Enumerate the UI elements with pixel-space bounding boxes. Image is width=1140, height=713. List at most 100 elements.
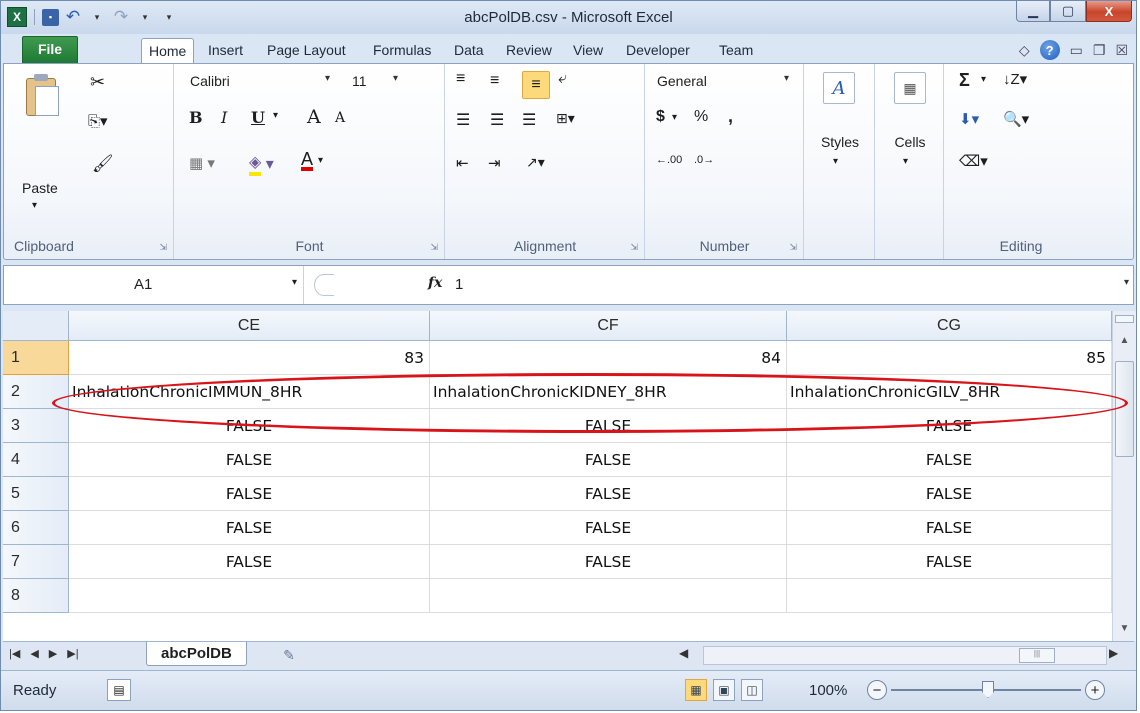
prev-sheet-icon[interactable]: ◀ [30,647,38,660]
cell[interactable]: 84 [430,341,787,375]
cell[interactable]: 85 [787,341,1112,375]
doc-minimize-icon[interactable]: ▭ [1070,42,1083,59]
styles-group[interactable]: A Styles ▾ [805,64,875,259]
worksheet-grid[interactable]: CE CF CG 1 83 84 85 2 InhalationChronicIMMUN_8HR… [3,311,1112,641]
tab-insert[interactable]: Insert [201,38,250,63]
zoom-level[interactable]: 100% [809,682,847,699]
autosum-button[interactable]: Σ [959,70,970,91]
paste-dropdown-icon[interactable]: ▾ [32,200,37,211]
underline-dropdown-icon[interactable]: ▾ [273,110,278,121]
cell[interactable]: InhalationChronicIMMUN_8HR [69,375,430,409]
scroll-up-icon[interactable]: ▲ [1115,331,1134,349]
font-launcher-icon[interactable]: ⇲ [430,242,438,253]
increase-indent-icon[interactable]: ⇥ [488,154,501,172]
doc-restore-icon[interactable]: ❐ [1093,42,1106,59]
align-center-icon[interactable]: ☰ [490,110,504,130]
comma-button[interactable]: , [728,106,733,127]
format-painter-icon[interactable]: 🖌 [92,154,114,174]
row-header[interactable]: 5 [3,477,69,511]
column-header[interactable]: CF [430,311,787,341]
row-header[interactable]: 3 [3,409,69,443]
paste-icon[interactable] [22,72,64,132]
macro-record-icon[interactable]: ▤ [107,679,131,701]
zoom-out-button[interactable]: − [867,680,887,700]
increase-decimal-button[interactable]: ← .00 [656,154,682,166]
cell[interactable]: FALSE [430,443,787,477]
fill-icon[interactable]: ⬇▾ [959,110,979,128]
clipboard-launcher-icon[interactable]: ⇲ [159,242,167,253]
scroll-left-icon[interactable]: ◀ [679,646,688,660]
help-icon[interactable]: ? [1039,40,1060,60]
number-launcher-icon[interactable]: ⇲ [789,242,797,253]
tab-team[interactable]: Team [712,38,760,63]
currency-dropdown-icon[interactable]: ▾ [672,112,677,123]
cell[interactable] [787,579,1112,613]
last-sheet-icon[interactable]: ▶| [67,647,78,660]
doc-close-icon[interactable]: ☒ [1115,42,1128,59]
font-color-button[interactable]: A ▾ [301,150,323,171]
cell[interactable]: InhalationChronicGILV_8HR [787,375,1112,409]
name-box[interactable]: A1 ▾ [4,266,304,304]
cell[interactable]: FALSE [787,511,1112,545]
minimize-ribbon-icon[interactable]: ◇ [1019,42,1030,59]
cell[interactable]: FALSE [69,545,430,579]
scroll-down-icon[interactable]: ▼ [1115,619,1134,637]
autosum-dropdown-icon[interactable]: ▾ [981,74,986,85]
close-button[interactable]: X [1086,1,1132,22]
horizontal-scrollbar[interactable]: ||| [703,646,1107,665]
horizontal-scroll-thumb[interactable]: ||| [1019,648,1055,663]
expand-formula-bar-icon[interactable]: ▾ [1124,277,1129,288]
percent-button[interactable]: % [694,108,708,126]
normal-view-icon[interactable]: ▦ [685,679,707,701]
cell[interactable]: FALSE [430,477,787,511]
minimize-button[interactable]: ▁ [1016,1,1050,22]
cell[interactable]: FALSE [430,409,787,443]
cell[interactable]: InhalationChronicKIDNEY_8HR [430,375,787,409]
top-align-icon[interactable]: ≡ [456,70,465,88]
cell[interactable]: FALSE [787,477,1112,511]
orientation-icon[interactable]: ↗▾ [526,154,545,171]
wrap-text-icon[interactable]: ⤶ [558,70,567,88]
cell[interactable]: FALSE [69,511,430,545]
page-layout-view-icon[interactable]: ▣ [713,679,735,701]
name-box-splitter[interactable] [314,274,334,296]
row-header[interactable]: 8 [3,579,69,613]
next-sheet-icon[interactable]: ▶ [49,647,57,660]
fill-color-icon[interactable]: ◈ ▾ [249,152,274,176]
font-name-select[interactable]: Calibri ▾ [185,70,335,94]
sheet-tab-abcpoldb[interactable]: abcPolDB [146,642,247,666]
row-header[interactable]: 7 [3,545,69,579]
cells-group[interactable]: ▦ Cells ▾ [876,64,944,259]
zoom-in-button[interactable]: + [1085,680,1105,700]
find-select-icon[interactable]: 🔍▾ [1003,110,1029,128]
grow-font-button[interactable]: A [307,106,321,128]
tab-developer[interactable]: Developer [619,38,697,63]
page-break-view-icon[interactable]: ◫ [741,679,763,701]
select-all-corner[interactable] [3,311,69,341]
decrease-indent-icon[interactable]: ⇤ [456,154,469,172]
bottom-align-icon[interactable]: ≡ [522,71,550,99]
align-right-icon[interactable]: ☰ [522,110,536,130]
cut-icon[interactable]: ✂ [90,72,105,93]
tab-review[interactable]: Review [499,38,559,63]
clear-icon[interactable]: ⌫▾ [959,152,988,170]
alignment-launcher-icon[interactable]: ⇲ [630,242,638,253]
borders-icon[interactable]: ▦ ▾ [189,154,215,172]
merge-center-icon[interactable]: ⊞▾ [556,110,575,127]
sort-filter-icon[interactable]: ↓Z▾ [1003,70,1027,88]
first-sheet-icon[interactable]: |◀ [9,647,20,660]
currency-button[interactable]: $ [656,108,665,126]
cell[interactable]: FALSE [430,511,787,545]
bold-button[interactable]: B [189,108,203,127]
tab-view[interactable]: View [566,38,610,63]
cell[interactable]: FALSE [69,443,430,477]
tab-page-layout[interactable]: Page Layout [260,38,353,63]
shrink-font-button[interactable]: A [335,110,345,126]
cell[interactable]: FALSE [69,477,430,511]
cell[interactable]: FALSE [787,443,1112,477]
row-header[interactable]: 6 [3,511,69,545]
number-format-select[interactable]: General ▾ [652,70,794,94]
cell[interactable]: FALSE [69,409,430,443]
align-left-icon[interactable]: ☰ [456,110,470,130]
tab-data[interactable]: Data [447,38,491,63]
